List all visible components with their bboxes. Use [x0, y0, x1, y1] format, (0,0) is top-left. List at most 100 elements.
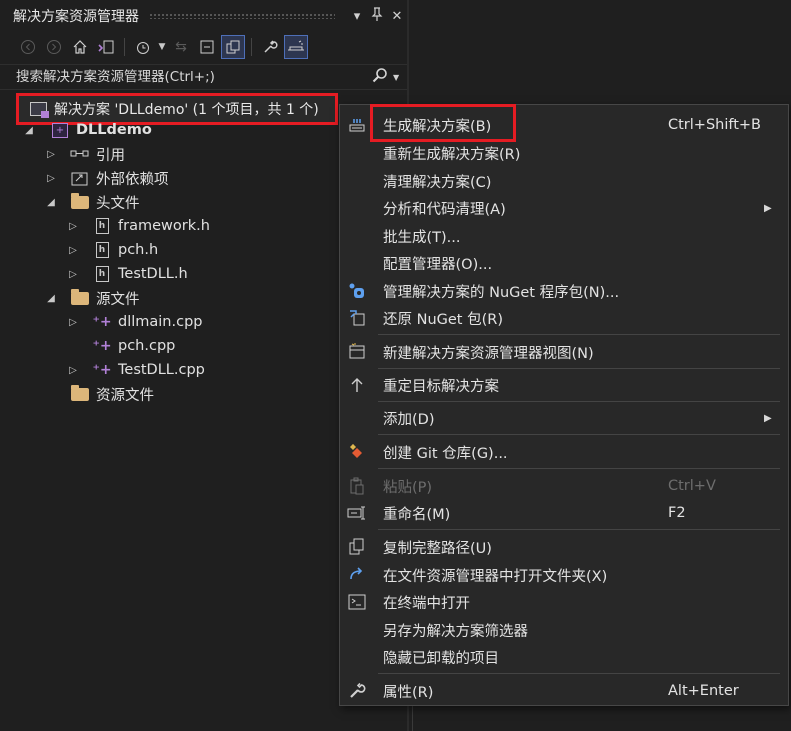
menu-item-manage-nuget[interactable]: 管理解决方案的 NuGet 程序包(N)...	[340, 278, 788, 304]
expanded-arrow-icon[interactable]: ◢	[22, 125, 36, 136]
copy-icon	[346, 536, 368, 558]
tree-item[interactable]: ▷ ⁺+ TestDLL.cpp	[66, 358, 205, 382]
close-icon[interactable]: ✕	[387, 9, 407, 24]
collapsed-arrow-icon[interactable]: ▷	[66, 269, 80, 280]
collapsed-arrow-icon[interactable]: ▷	[66, 317, 80, 328]
tree-item[interactable]: ▷ h pch.h	[66, 238, 158, 262]
submenu-arrow-icon: ▶	[764, 202, 772, 214]
menu-item-restore-nuget[interactable]: 还原 NuGet 包(R)	[340, 305, 788, 331]
history-icon[interactable]	[131, 35, 155, 59]
menu-item-label: 重定目标解决方案	[383, 378, 499, 395]
sync-icon[interactable]: ⇆	[169, 35, 193, 59]
menu-item-hide-unloaded[interactable]: 隐藏已卸载的项目	[340, 644, 788, 670]
menu-item-open-in-explorer[interactable]: 在文件资源管理器中打开文件夹(X)	[340, 562, 788, 588]
menu-item-batch-build[interactable]: 批生成(T)...	[340, 223, 788, 249]
submenu-arrow-icon: ▶	[764, 412, 772, 424]
menu-item-label: 复制完整路径(U)	[383, 540, 492, 557]
tree-item-project[interactable]: ◢ + DLLdemo	[22, 118, 152, 142]
tree-item-label: dllmain.cpp	[118, 314, 203, 330]
tree-item[interactable]: ▷ h framework.h	[66, 214, 210, 238]
references-icon	[70, 145, 90, 163]
tree-item-label: 外部依赖项	[96, 171, 169, 188]
collapsed-arrow-icon[interactable]: ▷	[66, 365, 80, 376]
menu-item-label: 另存为解决方案筛选器	[383, 623, 528, 640]
menu-item-label: 新建解决方案资源管理器视图(N)	[383, 345, 594, 362]
forward-icon[interactable]	[42, 35, 66, 59]
home-icon[interactable]	[68, 35, 92, 59]
pin-icon[interactable]	[367, 7, 387, 25]
wrench-icon	[346, 680, 368, 702]
menu-item-label: 批生成(T)...	[383, 229, 461, 246]
menu-item-analyze-cleanup[interactable]: 分析和代码清理(A) ▶	[340, 195, 788, 221]
toolbar-separator	[124, 38, 125, 56]
collapsed-arrow-icon[interactable]: ▷	[44, 173, 58, 184]
menu-item-paste[interactable]: 粘贴(P) Ctrl+V	[340, 473, 788, 499]
menu-item-label: 重命名(M)	[383, 506, 451, 523]
search-bar: ▼	[0, 64, 407, 90]
tree-item[interactable]: ▷ 引用	[44, 142, 125, 166]
menu-item-rename[interactable]: 重命名(M) F2	[340, 500, 788, 526]
tree-item[interactable]: ◢ 源文件	[44, 286, 140, 310]
menu-item-label: 粘贴(P)	[383, 479, 433, 496]
title-grip[interactable]	[149, 13, 335, 19]
collapsed-arrow-icon[interactable]: ▷	[66, 221, 80, 232]
search-input[interactable]	[16, 69, 367, 85]
menu-item-clean-solution[interactable]: 清理解决方案(C)	[340, 168, 788, 194]
menu-item-label: 重新生成解决方案(R)	[383, 146, 521, 163]
preview-icon[interactable]	[284, 35, 308, 59]
tree-item-label: 头文件	[96, 195, 140, 212]
menu-item-shortcut: F2	[668, 505, 686, 521]
back-icon[interactable]	[16, 35, 40, 59]
tree-item-label: framework.h	[118, 218, 210, 234]
menu-item-add[interactable]: 添加(D) ▶	[340, 405, 788, 431]
collapsed-arrow-icon[interactable]: ▷	[66, 245, 80, 256]
tree-item[interactable]: ▷ 外部依赖项	[44, 166, 169, 190]
menu-separator	[378, 673, 780, 674]
tree-item[interactable]: 资源文件	[44, 382, 154, 406]
tree-item-label: 源文件	[96, 291, 140, 308]
menu-item-copy-full-path[interactable]: 复制完整路径(U)	[340, 534, 788, 560]
show-all-files-icon[interactable]	[221, 35, 245, 59]
search-options-dropdown-icon[interactable]: ▼	[393, 73, 407, 82]
menu-separator	[378, 434, 780, 435]
panel-title: 解决方案资源管理器	[13, 9, 139, 25]
menu-item-new-explorer-view[interactable]: 新建解决方案资源管理器视图(N)	[340, 339, 788, 365]
vs-switch-icon[interactable]	[94, 35, 118, 59]
tree-item[interactable]: ⁺+ pch.cpp	[66, 334, 175, 358]
properties-wrench-icon[interactable]	[258, 35, 282, 59]
menu-item-label: 创建 Git 仓库(G)...	[383, 445, 508, 462]
menu-item-open-in-terminal[interactable]: 在终端中打开	[340, 589, 788, 615]
menu-item-create-git-repo[interactable]: 创建 Git 仓库(G)...	[340, 439, 788, 465]
menu-separator	[378, 401, 780, 402]
menu-item-label: 在文件资源管理器中打开文件夹(X)	[383, 568, 608, 585]
menu-item-retarget-solution[interactable]: 重定目标解决方案	[340, 372, 788, 398]
menu-item-label: 管理解决方案的 NuGet 程序包(N)...	[383, 284, 620, 301]
expanded-arrow-icon[interactable]: ◢	[44, 293, 58, 304]
folder-icon	[70, 288, 90, 307]
menu-separator	[378, 529, 780, 530]
menu-item-label: 分析和代码清理(A)	[383, 201, 506, 218]
menu-item-label: 添加(D)	[383, 411, 435, 428]
tree-item[interactable]: ▷ ⁺+ dllmain.cpp	[66, 310, 202, 334]
search-icon[interactable]	[367, 67, 393, 87]
tree-item[interactable]: ◢ 头文件	[44, 190, 140, 214]
cpp-file-icon: ⁺+	[92, 338, 112, 354]
solution-icon	[28, 100, 49, 118]
menu-separator	[378, 468, 780, 469]
menu-item-label: 在终端中打开	[383, 595, 470, 612]
open-folder-arrow-icon	[346, 564, 368, 586]
history-dropdown-icon[interactable]: ▼	[157, 42, 167, 52]
expanded-arrow-icon[interactable]: ◢	[44, 197, 58, 208]
collapse-all-icon[interactable]	[195, 35, 219, 59]
collapsed-arrow-icon[interactable]: ▷	[44, 149, 58, 160]
menu-item-save-as-filter[interactable]: 另存为解决方案筛选器	[340, 617, 788, 643]
dropdown-icon[interactable]: ▾	[347, 9, 367, 24]
menu-item-rebuild-solution[interactable]: 重新生成解决方案(R)	[340, 140, 788, 166]
tree-item[interactable]: ▷ h TestDLL.h	[66, 262, 188, 286]
panel-toolbar: ▼ ⇆	[0, 32, 407, 62]
paste-icon	[346, 475, 368, 497]
menu-item-properties[interactable]: 属性(R) Alt+Enter	[340, 678, 788, 704]
solution-label: 解决方案 'DLLdemo' (1 个项目，共 1 个)	[54, 102, 319, 118]
project-icon: +	[50, 121, 70, 139]
menu-item-configuration-manager[interactable]: 配置管理器(O)...	[340, 250, 788, 276]
